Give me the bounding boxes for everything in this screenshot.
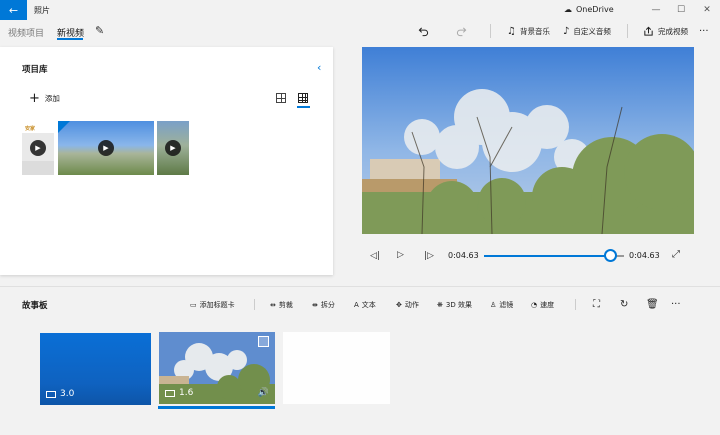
finish-video-label: 完成视频 xyxy=(658,26,688,36)
minimize-button[interactable]: — xyxy=(646,2,666,18)
plus-icon: + xyxy=(29,90,40,106)
undo-icon xyxy=(418,26,429,36)
redo-button[interactable] xyxy=(456,24,467,38)
end-time: 0:04.63 xyxy=(629,251,660,260)
motion-button[interactable]: ✥ 动作 xyxy=(396,299,419,310)
speed-button[interactable]: ◔ 速度 xyxy=(531,299,554,310)
collapse-chevron-icon[interactable]: ‹ xyxy=(317,61,321,74)
rotate-icon[interactable]: ↻ xyxy=(620,299,628,310)
motion-icon: ✥ xyxy=(396,300,402,309)
storyboard-clip-title-card[interactable]: 3.0 xyxy=(40,333,151,405)
add-media-label: 添加 xyxy=(44,94,60,103)
previous-frame-icon[interactable]: ◁| xyxy=(370,251,380,261)
large-grid-view-icon[interactable] xyxy=(276,93,286,103)
resize-icon[interactable]: ⛶ xyxy=(593,299,600,310)
clip-selected-indicator xyxy=(158,406,275,409)
preview-image xyxy=(362,47,694,234)
play-icon: ▷ xyxy=(397,250,404,260)
clip-duration: 1.6 xyxy=(179,388,194,398)
arrow-left-icon: ← xyxy=(8,3,19,17)
storyboard-more-button[interactable]: ··· xyxy=(671,299,681,310)
onedrive-status[interactable]: ☁ OneDrive xyxy=(564,5,614,14)
breadcrumb-underline xyxy=(57,38,83,40)
play-icon: ▶ xyxy=(30,140,46,156)
play-icon: ▶ xyxy=(98,140,114,156)
toolbar-divider xyxy=(575,299,576,310)
redo-icon xyxy=(456,26,467,36)
3d-effects-button[interactable]: ❋ 3D 效果 xyxy=(437,299,472,310)
filter-icon: ♙ xyxy=(490,300,497,309)
volume-icon[interactable]: 🔊 xyxy=(258,388,269,398)
motion-label: 动作 xyxy=(404,300,419,309)
split-label: 拆分 xyxy=(320,300,335,309)
3d-effects-icon: ❋ xyxy=(437,300,443,309)
speed-icon: ◔ xyxy=(531,300,538,309)
app-title: 照片 xyxy=(34,6,50,15)
play-button[interactable]: ▷ xyxy=(397,250,404,260)
seek-handle[interactable] xyxy=(604,249,618,262)
trim-button[interactable]: ⇹ 剪裁 xyxy=(270,299,293,310)
cloud-icon: ☁ xyxy=(564,5,572,14)
background-music-label: 背景音乐 xyxy=(519,26,550,36)
text-button[interactable]: A 文本 xyxy=(354,299,376,310)
export-icon xyxy=(644,26,653,36)
header-divider xyxy=(490,24,491,38)
back-button[interactable]: ← xyxy=(0,0,27,20)
add-media-button[interactable]: + 添加 xyxy=(29,90,60,106)
text-icon: A xyxy=(354,300,359,309)
library-title: 项目库 xyxy=(22,65,48,75)
storyboard-divider xyxy=(0,286,720,287)
play-icon: ▶ xyxy=(165,140,181,156)
trim-label: 剪裁 xyxy=(278,300,293,309)
next-frame-icon[interactable]: |▷ xyxy=(424,251,434,261)
library-thumbnail-1[interactable]: 安家 ▶ xyxy=(22,121,54,175)
background-music-button[interactable]: ♫ 背景音乐 xyxy=(507,24,550,38)
trim-icon: ⇹ xyxy=(270,300,276,309)
toolbar-divider xyxy=(254,299,255,310)
filters-button[interactable]: ♙ 滤镜 xyxy=(490,299,513,310)
onedrive-label: OneDrive xyxy=(576,5,614,14)
project-library-panel: 项目库 ‹ + 添加 安家 ▶ ▶ ▶ xyxy=(0,47,333,275)
expand-icon[interactable]: ⤢ xyxy=(672,249,680,260)
storyboard-empty-slot[interactable] xyxy=(283,332,390,404)
pencil-icon[interactable]: ✎ xyxy=(95,24,104,37)
close-button[interactable]: ✕ xyxy=(697,2,717,18)
speed-label: 速度 xyxy=(540,300,555,309)
video-icon xyxy=(165,389,175,397)
breadcrumb-video-projects[interactable]: 视频项目 xyxy=(8,26,44,39)
split-button[interactable]: ⇼ 拆分 xyxy=(312,299,335,310)
thumbnail-caption: 安家 xyxy=(25,126,36,132)
image-icon xyxy=(46,390,56,398)
audio-person-icon: ♪ xyxy=(563,25,570,37)
library-thumbnail-3[interactable]: ▶ xyxy=(157,121,189,175)
current-time: 0:04.63 xyxy=(448,251,479,260)
seek-progress xyxy=(484,255,612,257)
add-title-card-label: 添加标题卡 xyxy=(199,300,235,309)
add-title-card-button[interactable]: ▭ 添加标题卡 xyxy=(190,299,235,310)
3d-effects-label: 3D 效果 xyxy=(445,300,472,309)
video-preview[interactable] xyxy=(362,47,694,234)
filters-label: 滤镜 xyxy=(499,300,514,309)
maximize-button[interactable]: ☐ xyxy=(671,2,691,18)
storyboard-title: 故事板 xyxy=(22,301,48,311)
storyboard-clip-video[interactable]: 1.6 🔊 xyxy=(159,332,275,404)
finish-video-button[interactable]: 完成视频 xyxy=(643,24,688,38)
clip-duration: 3.0 xyxy=(60,389,75,399)
undo-button[interactable] xyxy=(418,24,429,38)
header-divider xyxy=(627,24,628,38)
library-thumbnail-2[interactable]: ▶ xyxy=(58,121,154,175)
view-selected-underline xyxy=(297,106,310,108)
clip-select-checkbox[interactable] xyxy=(258,336,269,347)
used-in-project-marker xyxy=(58,121,70,133)
text-label: 文本 xyxy=(361,300,376,309)
title-card-icon: ▭ xyxy=(190,300,197,309)
trash-icon[interactable]: 🗑 xyxy=(646,299,659,310)
custom-audio-button[interactable]: ♪ 自定义音频 xyxy=(563,24,611,38)
more-options-button[interactable]: ··· xyxy=(699,24,709,38)
music-note-icon: ♫ xyxy=(507,25,516,37)
custom-audio-label: 自定义音频 xyxy=(573,26,611,36)
split-icon: ⇼ xyxy=(312,300,318,309)
small-grid-view-icon[interactable] xyxy=(298,93,308,103)
